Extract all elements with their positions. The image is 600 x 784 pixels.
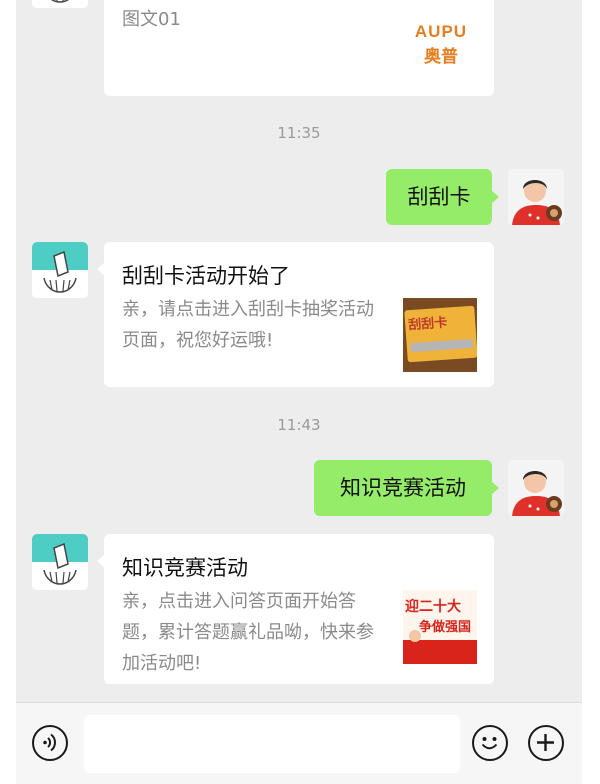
user-message-bubble[interactable]: 刮刮卡 xyxy=(386,169,499,225)
book-hands-icon xyxy=(32,0,88,8)
user-message-bubble[interactable]: 知识竞赛活动 xyxy=(314,460,499,516)
thumbnail-line2: 争做强国 xyxy=(419,620,472,635)
user-photo-icon xyxy=(508,169,564,225)
brand-en: AUPU xyxy=(414,22,468,41)
message-text: 刮刮卡 xyxy=(407,185,471,209)
news-card-scratch[interactable]: 刮刮卡活动开始了 亲，请点击进入刮刮卡抽奖活动页面，祝您好运哦! 刮刮卡 xyxy=(97,242,494,387)
thumbnail-line1: 迎二十大 xyxy=(405,599,461,615)
aupu-logo: AUPU 奥普 xyxy=(404,10,478,70)
thumbnail-text: 刮刮卡 xyxy=(407,315,448,334)
voice-icon[interactable] xyxy=(32,725,68,761)
card-description: 图文01 xyxy=(122,9,181,30)
message-input[interactable] xyxy=(84,715,460,773)
book-hands-icon xyxy=(32,242,88,298)
plus-icon[interactable] xyxy=(528,725,564,761)
card-title: 刮刮卡活动开始了 xyxy=(122,264,290,288)
card-description: 亲，点击进入问答页面开始答题，累计答题赢礼品呦，快来参加活动吧! xyxy=(122,591,374,674)
message-text: 知识竞赛活动 xyxy=(340,476,466,500)
user-avatar[interactable] xyxy=(508,460,564,516)
card-description: 亲，请点击进入刮刮卡抽奖活动页面，祝您好运哦! xyxy=(122,299,374,351)
book-hands-icon xyxy=(32,534,88,590)
news-card-quiz[interactable]: 知识竞赛活动 亲，点击进入问答页面开始答题，累计答题赢礼品呦，快来参加活动吧! … xyxy=(97,534,494,684)
bot-avatar[interactable] xyxy=(32,0,88,8)
bot-avatar[interactable] xyxy=(32,242,88,298)
brand-cn: 奥普 xyxy=(424,47,458,67)
card-title: 知识竞赛活动 xyxy=(122,556,248,580)
bot-avatar[interactable] xyxy=(32,534,88,590)
scratch-card-thumbnail: 刮刮卡 xyxy=(403,298,477,372)
input-bar xyxy=(16,702,582,784)
user-photo-icon xyxy=(508,460,564,516)
emoji-icon[interactable] xyxy=(472,725,508,761)
chat-window: 图文01 AUPU 奥普 11:35 刮刮卡 刮刮卡活动开始了 亲，请点击进入刮… xyxy=(16,0,582,784)
quiz-thumbnail: 迎二十大 争做强国 xyxy=(403,590,477,664)
user-avatar[interactable] xyxy=(508,169,564,225)
timestamp: 11:35 xyxy=(277,124,321,142)
timestamp: 11:43 xyxy=(277,416,321,434)
news-card-top[interactable]: 图文01 AUPU 奥普 xyxy=(104,0,494,96)
